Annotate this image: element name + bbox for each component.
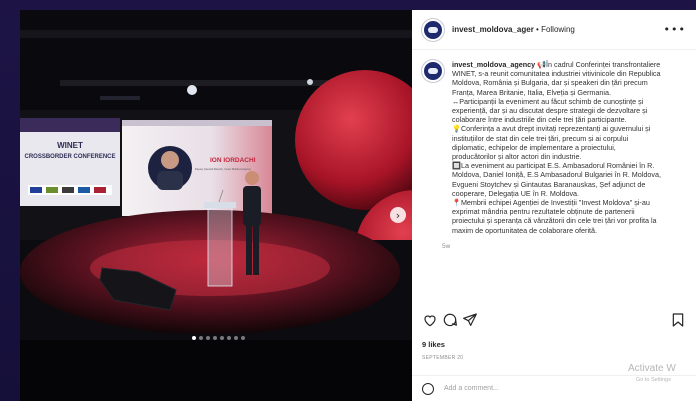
caption-line: Evgueni Stoytchev și Gintautas Baranausk… xyxy=(452,179,646,189)
heart-icon[interactable] xyxy=(422,312,438,328)
following-button[interactable]: Following xyxy=(541,25,575,34)
carousel-dot[interactable] xyxy=(220,336,224,340)
avatar[interactable] xyxy=(422,60,444,82)
caption-line: Moldova, Daniel Ioniță, E.S Ambasadorul … xyxy=(452,170,661,180)
caption-line: 🔲La eveniment au participat E.S. Ambasad… xyxy=(452,161,655,171)
header-text: invest_moldova_ager • Following xyxy=(452,25,664,34)
caption-line: ↔Participanții la eveniment au făcut sch… xyxy=(452,96,644,106)
caption-line: colaborare între industriile din cele tr… xyxy=(452,115,627,125)
comment-icon[interactable] xyxy=(442,312,458,328)
more-options-icon[interactable]: ••• xyxy=(664,23,686,36)
post-header: invest_moldova_ager • Following ••• xyxy=(412,10,696,50)
avatar[interactable] xyxy=(422,18,444,41)
header-separator: • xyxy=(533,25,542,34)
conference-stage-image: WINET CROSSBORDER CONFERENCE ION IORDACH… xyxy=(20,10,412,401)
carousel-dot[interactable] xyxy=(199,336,203,340)
likes-count[interactable]: 9 likes xyxy=(422,340,445,349)
header-username[interactable]: invest_moldova_ager xyxy=(452,25,534,34)
emoji-icon[interactable] xyxy=(422,382,434,395)
caption-line: producătorilor și altor actori din indus… xyxy=(452,152,582,162)
carousel-dot[interactable] xyxy=(213,336,217,340)
caption-line: cooperare, Delegația UE în R. Moldova. xyxy=(452,188,580,198)
caption-line: maxim de oportunitatea de colaborare ofe… xyxy=(452,225,598,235)
post-modal: WINET CROSSBORDER CONFERENCE ION IORDACH… xyxy=(20,10,696,401)
caption-line: 💡Conferința a avut drept invitați reprez… xyxy=(452,124,651,134)
chevron-right-icon: › xyxy=(395,208,401,222)
banner-title: WINET xyxy=(57,141,83,150)
caption-username[interactable]: invest_moldova_agency xyxy=(452,60,535,69)
banner-subtitle: CROSSBORDER CONFERENCE xyxy=(24,154,115,160)
caption-line: Moldova, România și Bulgaria, dar și spe… xyxy=(452,78,648,88)
windows-activation-watermark: Activate W xyxy=(628,363,676,374)
caption-line: experiență, dar și au discutat despre st… xyxy=(452,106,648,116)
caption-line: Franța, Marea Britanie, Italia, Elveția … xyxy=(452,87,611,97)
share-icon[interactable] xyxy=(462,312,478,328)
carousel-dot[interactable] xyxy=(227,336,231,340)
post-caption: invest_moldova_agency 📢În cadrul Conferi… xyxy=(452,60,684,235)
logo-icon xyxy=(428,68,438,74)
speaker-name: ION IORDACHI xyxy=(210,157,256,164)
podium xyxy=(207,205,233,287)
logo-icon xyxy=(428,26,438,33)
windows-activation-subtitle: Go to Settings xyxy=(636,377,671,383)
post-photo: WINET CROSSBORDER CONFERENCE ION IORDACH… xyxy=(20,10,412,401)
carousel-dot[interactable] xyxy=(241,336,245,340)
carousel-dot[interactable] xyxy=(234,336,238,340)
action-bar xyxy=(422,312,686,332)
carousel-dot[interactable] xyxy=(192,336,196,340)
caption-line: WINET, s-a reunit comunitatea industriei… xyxy=(452,69,661,79)
post-date: SEPTEMBER 20 xyxy=(422,355,464,361)
ceiling-light xyxy=(307,79,313,85)
caption-line: 📢În cadrul Conferinței transfrontaliere xyxy=(537,60,661,69)
speaker-role: Deputy General Director, Invest Moldova … xyxy=(195,167,252,171)
post-time[interactable]: 5w xyxy=(442,243,696,250)
next-photo-button[interactable]: › xyxy=(390,207,406,223)
carousel-dot[interactable] xyxy=(206,336,210,340)
carousel-indicator xyxy=(192,336,245,340)
caption-row: invest_moldova_agency 📢În cadrul Conferi… xyxy=(412,50,696,235)
ceiling-light xyxy=(187,85,197,95)
caption-line: 📍Membrii echipei Agenției de Investiții … xyxy=(452,198,650,208)
bookmark-icon[interactable] xyxy=(670,312,686,328)
caption-line: diplomatic, echipelor de implementare a … xyxy=(452,142,616,152)
caption-line: instituțiilor de stat din cele trei țări… xyxy=(452,133,629,143)
post-side-panel: invest_moldova_ager • Following ••• inve… xyxy=(412,10,696,401)
caption-line: exprimat mândria pentru rezultatele obți… xyxy=(452,207,635,217)
comment-input[interactable]: Add a comment... xyxy=(444,385,686,392)
caption-line: proiectului și speranța că vânzătorii di… xyxy=(452,216,657,226)
caption-text: 📢În cadrul Conferinței transfrontaliere W… xyxy=(452,60,661,235)
